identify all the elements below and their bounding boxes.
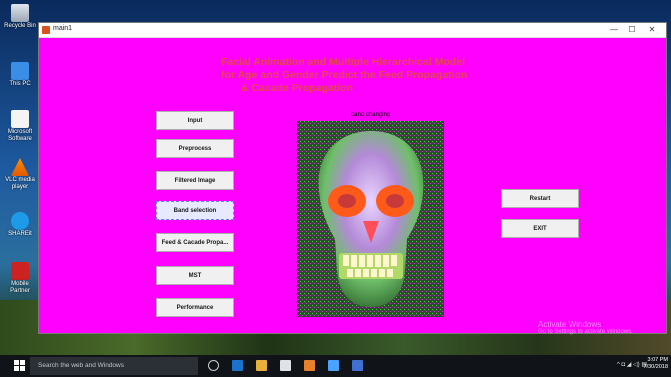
vlc-cone-icon — [11, 158, 29, 176]
image-caption: band changing — [350, 112, 391, 118]
performance-button[interactable]: Performance — [156, 298, 234, 317]
window-title: main1 — [53, 25, 73, 32]
desktop-icon-this-pc[interactable]: This PC — [4, 62, 36, 88]
desktop-icon-shareit[interactable]: SHAREit — [4, 212, 36, 238]
maximize-button[interactable]: ☐ — [624, 24, 640, 36]
desktop-icon-microsoft-software[interactable]: Microsoft Software — [4, 110, 36, 143]
minimize-button[interactable]: — — [606, 24, 622, 36]
page-heading: Facial Animation and Multiple Hierarchic… — [221, 56, 521, 95]
band-selection-button[interactable]: Band selection — [156, 201, 234, 220]
recycle-bin-icon — [11, 4, 29, 22]
taskbar-clock[interactable]: 3:07 PM 7/30/2018 — [644, 357, 668, 371]
close-button[interactable]: ✕ — [644, 24, 660, 36]
figure-window-icon[interactable] — [352, 360, 363, 371]
mobile-partner-icon — [11, 262, 29, 280]
file-explorer-icon[interactable] — [256, 360, 267, 371]
filtered-image-button[interactable]: Filtered Image — [156, 171, 234, 190]
app-icon[interactable] — [328, 360, 339, 371]
document-icon — [11, 110, 29, 128]
app-window: main1 — ☐ ✕ Facial Animation and Multipl… — [38, 22, 667, 334]
activate-windows-watermark: Activate Windows Go to Settings to activ… — [538, 320, 633, 335]
exit-button[interactable]: EXIT — [501, 219, 579, 238]
shareit-icon — [11, 212, 29, 230]
band-image-panel — [297, 121, 444, 317]
preprocess-button[interactable]: Preprocess — [156, 139, 234, 158]
windows-start-icon[interactable] — [14, 360, 25, 371]
desktop-icon-mobile-partner[interactable]: Mobile Partner — [4, 262, 36, 295]
heading-line-1: Facial Animation and Multiple Hierarchic… — [221, 56, 466, 68]
matlab-icon[interactable] — [304, 360, 315, 371]
taskbar-search-input[interactable]: Search the web and Windows — [30, 357, 198, 375]
matlab-figure-icon — [42, 26, 50, 34]
system-tray[interactable]: ^ ◘ ◢ ◁) ▤ — [617, 361, 647, 368]
task-view-icon[interactable] — [208, 360, 219, 371]
window-titlebar[interactable]: main1 — ☐ ✕ — [39, 23, 666, 38]
heading-line-2: for Age and Gender Predict the Feed Prop… — [221, 69, 468, 81]
restart-button[interactable]: Restart — [501, 189, 579, 208]
desktop-icon-recycle-bin[interactable]: Recycle Bin — [4, 4, 36, 30]
mst-button[interactable]: MST — [156, 266, 234, 285]
heading-line-3: & Cacade Propagation — [241, 82, 354, 94]
taskbar: Search the web and Windows ^ ◘ ◢ ◁) ▤ 3:… — [0, 355, 671, 377]
skull-image — [297, 121, 444, 317]
desktop-icon-vlc[interactable]: VLC media player — [4, 158, 36, 191]
computer-icon — [11, 62, 29, 80]
edge-browser-icon[interactable] — [232, 360, 243, 371]
store-icon[interactable] — [280, 360, 291, 371]
input-button[interactable]: Input — [156, 111, 234, 130]
feed-cacade-propagation-button[interactable]: Feed & Cacade Propa... — [156, 233, 234, 252]
